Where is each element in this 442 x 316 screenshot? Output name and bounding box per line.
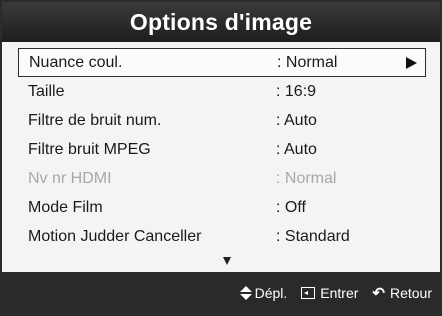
- menu-item-value: : Normal: [276, 169, 337, 187]
- return-hint[interactable]: ↶ Retour: [372, 285, 432, 301]
- menu-item-value: : Normal: [277, 53, 338, 71]
- menu-item-value: : Standard: [276, 227, 350, 245]
- menu-item-filtre-bruit-mpeg[interactable]: Filtre bruit MPEG : Auto: [18, 135, 426, 164]
- return-icon: ↶: [372, 284, 385, 302]
- options-menu: Nuance coul. : Normal Taille : 16:9 Filt…: [18, 48, 426, 251]
- menu-item-value: : Auto: [276, 111, 317, 129]
- arrow-down-icon[interactable]: [223, 257, 231, 265]
- return-label: Retour: [389, 285, 432, 301]
- menu-item-mode-film[interactable]: Mode Film : Off: [18, 193, 426, 222]
- menu-item-label: Filtre bruit MPEG: [28, 140, 151, 158]
- menu-item-value: : 16:9: [276, 82, 317, 100]
- picture-options-dialog: Options d'image Nuance coul. : Normal Ta…: [0, 0, 442, 316]
- menu-item-value: : Auto: [276, 140, 317, 158]
- menu-item-motion-judder-canceller[interactable]: Motion Judder Canceller : Standard: [18, 222, 426, 251]
- dialog-title: Options d'image: [129, 8, 313, 35]
- menu-item-nuance-coul[interactable]: Nuance coul. : Normal: [18, 48, 426, 77]
- menu-item-label: Mode Film: [28, 198, 103, 216]
- menu-item-label: Nv nr HDMI: [28, 169, 112, 187]
- enter-hint: Entrer: [301, 285, 358, 301]
- menu-item-filtre-bruit-num[interactable]: Filtre de bruit num. : Auto: [18, 106, 426, 135]
- key-guide-bar: Dépl. Entrer ↶ Retour: [2, 272, 440, 314]
- enter-icon: [301, 287, 316, 299]
- menu-item-label: Taille: [28, 82, 65, 100]
- menu-item-value: : Off: [276, 198, 306, 216]
- enter-label: Entrer: [320, 285, 359, 301]
- title-bar: Options d'image: [2, 2, 440, 42]
- arrow-right-icon: [406, 56, 417, 69]
- move-label: Dépl.: [254, 285, 288, 301]
- menu-item-nv-nr-hdmi: Nv nr HDMI : Normal: [18, 164, 426, 193]
- menu-item-taille[interactable]: Taille : 16:9: [18, 77, 426, 106]
- menu-item-label: Filtre de bruit num.: [28, 111, 162, 129]
- menu-item-label: Nuance coul.: [29, 53, 123, 71]
- menu-item-label: Motion Judder Canceller: [28, 227, 202, 245]
- up-down-icon: [239, 286, 252, 300]
- move-hint: Dépl.: [239, 285, 288, 301]
